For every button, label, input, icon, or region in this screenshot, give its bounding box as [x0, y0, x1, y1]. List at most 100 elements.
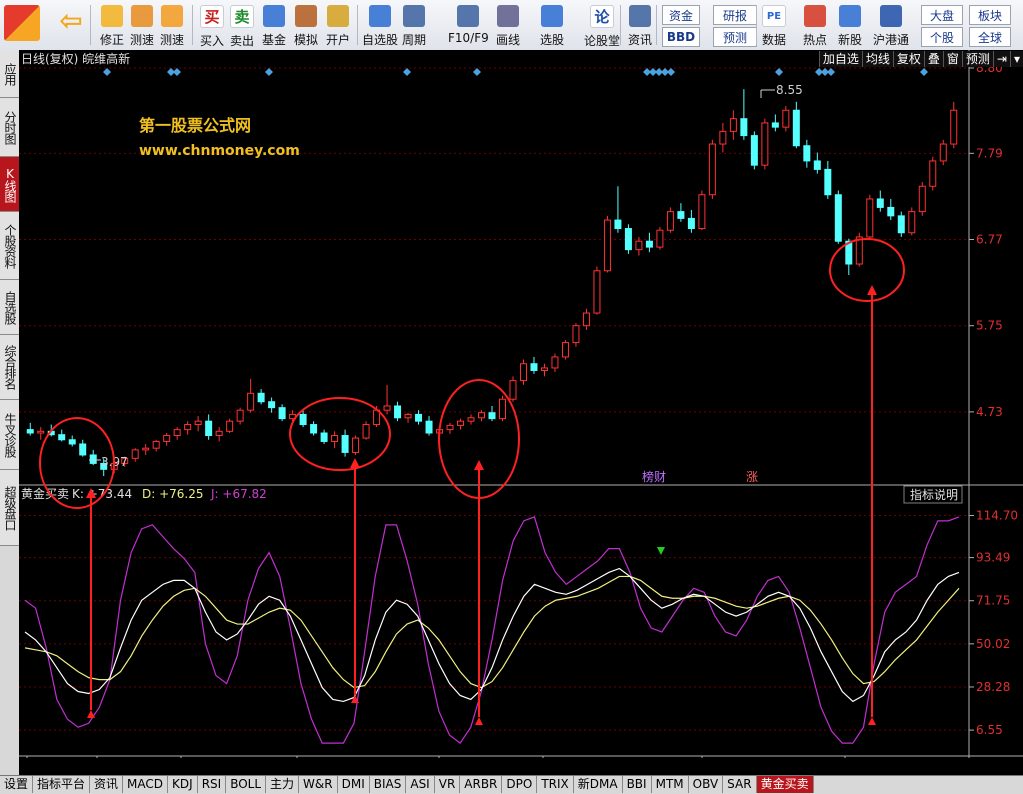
candle-body	[320, 432, 328, 442]
toolbar-button-3[interactable]: 测速	[130, 2, 154, 48]
indicator-tab-21[interactable]: 黄金买卖	[756, 776, 814, 793]
indicator-tab-5[interactable]: RSI	[198, 776, 227, 793]
sidebar-item-6[interactable]: 牛叉诊股	[0, 400, 19, 470]
indicator-tab-7[interactable]: 主力	[266, 776, 300, 793]
toolbar-button-label: 资讯	[628, 33, 653, 47]
indicator-tab-18[interactable]: MTM	[652, 776, 689, 793]
indicator-tab-14[interactable]: DPO	[502, 776, 538, 793]
kline-chart[interactable]: 8.807.796.775.754.73114.7093.4971.7550.0…	[19, 50, 1023, 758]
indicator-tab-13[interactable]: ARBR	[460, 776, 503, 793]
toolbar-button-19[interactable]: 新股	[838, 2, 862, 48]
toolbar-button-1[interactable]: ⇦	[56, 2, 86, 48]
global-button[interactable]: 全球	[969, 27, 1011, 47]
f10-icon	[457, 5, 480, 27]
forecast-button[interactable]: 预测	[713, 27, 757, 47]
indicator-tab-6[interactable]: BOLL	[226, 776, 267, 793]
toolbar-button-4[interactable]: 测速	[160, 2, 184, 48]
zhang-badge: 涨	[746, 469, 758, 484]
toolbar-button-9[interactable]: 开户	[326, 2, 350, 48]
expand-icon[interactable]: ⇥	[992, 51, 1010, 67]
candle-body	[236, 409, 244, 422]
candle-body	[572, 325, 580, 344]
candle-body	[530, 363, 538, 371]
sidebar-item-5[interactable]: 综合排名	[0, 335, 19, 400]
candle-body	[708, 143, 716, 196]
sidebar-item-1[interactable]: 分时图	[0, 98, 19, 157]
sector-button[interactable]: 板块	[969, 5, 1011, 25]
chart-button-0[interactable]: 加自选	[818, 51, 862, 67]
toolbar-button-6[interactable]: 卖卖出	[230, 2, 254, 48]
candle-body	[719, 130, 727, 145]
candle-body	[635, 240, 643, 251]
toolbar-button-8[interactable]: 模拟	[294, 2, 318, 48]
indicator-tab-10[interactable]: BIAS	[370, 776, 407, 793]
candle-body	[404, 413, 412, 419]
candle-body	[561, 342, 569, 358]
toolbar-button-7[interactable]: 基金	[262, 2, 286, 48]
dropdown-arrow-icon[interactable]: ▾	[1009, 51, 1023, 67]
toolbar-separator	[90, 5, 91, 45]
indicator-tab-4[interactable]: KDJ	[168, 776, 198, 793]
individual-stock-button[interactable]: 个股	[921, 27, 963, 47]
sell-icon: 卖	[230, 5, 254, 28]
indicator-tick-label: 50.02	[976, 637, 1010, 651]
windows-grid-icon	[4, 5, 40, 41]
indicator-tab-11[interactable]: ASI	[406, 776, 435, 793]
indicator-tab-20[interactable]: SAR	[723, 776, 757, 793]
chart-button-2[interactable]: 复权	[892, 51, 924, 67]
candle-body	[394, 405, 402, 419]
candle-body	[457, 420, 465, 426]
indicator-tab-19[interactable]: OBV	[689, 776, 724, 793]
indicator-tab-17[interactable]: BBI	[623, 776, 652, 793]
indicator-tab-1[interactable]: 指标平台	[33, 776, 91, 793]
toolbar-button-18[interactable]: 热点	[803, 2, 827, 48]
candle-body	[698, 194, 706, 230]
candle-body	[446, 424, 454, 431]
toolbar-button-16[interactable]: 资讯	[628, 2, 652, 48]
sidebar-item-2[interactable]: K线图	[0, 157, 19, 212]
chart-button-3[interactable]: 叠	[923, 51, 943, 67]
toolbar-button-12[interactable]: F10/F9	[448, 2, 489, 48]
indicator-tab-3[interactable]: MACD	[123, 776, 169, 793]
indicator-tab-12[interactable]: VR	[435, 776, 461, 793]
chart-button-5[interactable]: 预测	[961, 51, 993, 67]
indicator-tab-2[interactable]: 资讯	[90, 776, 124, 793]
candle-body	[488, 412, 496, 420]
toolbar-button-11[interactable]: 周期	[402, 2, 426, 48]
chart-button-4[interactable]: 窗	[942, 51, 962, 67]
toolbar-button-2[interactable]: 修正	[100, 2, 124, 48]
sidebar-item-3[interactable]: 个股资料	[0, 212, 19, 280]
toolbar-button-0[interactable]	[4, 2, 40, 48]
toolbar-button-20[interactable]: 沪港通	[873, 2, 909, 48]
chart-button-1[interactable]: 均线	[861, 51, 893, 67]
back-arrow-icon: ⇦	[59, 3, 83, 37]
toolbar-button-label: 新股	[838, 33, 863, 47]
sidebar-item-7[interactable]: 超级盘口	[0, 470, 19, 546]
bbd-button[interactable]: BBD	[662, 27, 700, 47]
toolbar-separator	[192, 5, 193, 45]
toolbar-button-15[interactable]: 论论股堂	[584, 2, 620, 48]
toolbar-button-14[interactable]: 选股	[540, 2, 564, 48]
news-icon	[629, 5, 651, 27]
indicator-tab-16[interactable]: 新DMA	[574, 776, 623, 793]
bangcai-badge: 榜财	[642, 469, 666, 484]
research-button[interactable]: 研报	[713, 5, 757, 25]
sidebar-item-4[interactable]: 自选股	[0, 280, 19, 335]
sidebar-item-0[interactable]: 应用	[0, 50, 19, 98]
fund-button[interactable]: 资金	[662, 5, 700, 25]
chart-title: 日线(复权) 皖维高新	[21, 51, 130, 66]
candle-body	[425, 420, 433, 434]
lun-icon: 论	[590, 5, 614, 28]
market-button[interactable]: 大盘	[921, 5, 963, 25]
indicator-k-value: K: +73.44	[72, 487, 132, 501]
indicator-tab-8[interactable]: W&R	[299, 776, 338, 793]
toolbar-button-13[interactable]: 画线	[496, 2, 520, 48]
candle-body	[362, 424, 370, 439]
toolbar-button-5[interactable]: 买买入	[200, 2, 224, 48]
indicator-tab-9[interactable]: DMI	[338, 776, 370, 793]
candle-body	[79, 443, 87, 456]
indicator-tab-0[interactable]: 设置	[0, 776, 34, 793]
toolbar-button-10[interactable]: 自选股	[362, 2, 398, 48]
toolbar-button-17[interactable]: PE 数据	[762, 2, 786, 48]
indicator-tab-15[interactable]: TRIX	[537, 776, 574, 793]
